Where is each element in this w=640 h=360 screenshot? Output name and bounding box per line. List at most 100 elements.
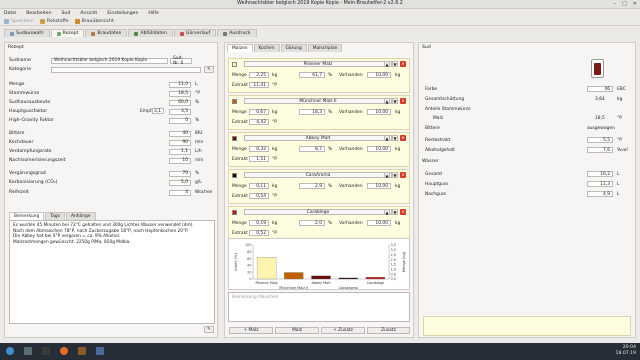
texteditor-icon[interactable] [96, 347, 104, 355]
app-menu-icon[interactable] [6, 347, 14, 355]
delete-icon[interactable]: ✕ [400, 98, 406, 104]
tab-rezept[interactable]: Rezept [50, 29, 85, 37]
malt-select[interactable]: Pilsener Malz [244, 61, 392, 67]
field-value[interactable]: 5,0 [169, 179, 191, 186]
sudname-field[interactable]: Weihnachtsbier belgisch 2019 Kopie Kopie [51, 57, 168, 64]
delete-icon[interactable]: ✕ [400, 61, 406, 67]
menu-bearbeiten[interactable]: Bearbeiten [26, 11, 51, 16]
malt-select[interactable]: CaraAroma [244, 172, 392, 178]
field-value[interactable]: 70 [169, 170, 191, 177]
brauhelfer-icon[interactable] [78, 347, 86, 355]
add-additive-button[interactable]: + Zusatz [321, 327, 365, 334]
move-down-icon[interactable]: ▼ [392, 98, 398, 104]
y2-tick-label: 2,5 [391, 253, 396, 257]
menu-ansicht[interactable]: Ansicht [80, 11, 97, 16]
tab-bemerkung[interactable]: Bemerkung [9, 212, 45, 220]
kategorie-select[interactable] [51, 66, 201, 73]
field-unit: °P [195, 91, 200, 96]
hauptguss-label: Hauptguss [425, 182, 449, 187]
field-value[interactable]: 3,5 [169, 108, 191, 115]
files-icon[interactable] [24, 347, 32, 355]
delete-icon[interactable]: ✕ [400, 209, 406, 215]
tab-gaerverlauf[interactable]: Gärverlauf [173, 29, 217, 37]
tab-malzen[interactable]: Malzen [227, 44, 253, 52]
tab-tags[interactable]: Tags [45, 212, 65, 220]
malt-amount[interactable]: 0,19 [249, 220, 269, 226]
tab-maischplan[interactable]: Maischplan [307, 44, 343, 52]
field-value[interactable]: 90 [169, 139, 191, 146]
tab-kochen[interactable]: Kochen [253, 44, 280, 52]
malt-percent[interactable]: 2,9 [299, 183, 325, 189]
move-down-icon[interactable]: ▼ [392, 209, 398, 215]
malt-amount[interactable]: 2,25 [249, 72, 269, 78]
malt-amount[interactable]: 0,67 [249, 109, 269, 115]
move-down-icon[interactable]: ▼ [392, 135, 398, 141]
tab-ausdruck[interactable]: Ausdruck [217, 29, 257, 37]
recipe-note[interactable]: Es wurden 45 Minuten bei 72°C gehalten u… [9, 220, 215, 324]
menu-sud[interactable]: Sud [62, 11, 71, 16]
move-up-icon[interactable]: ▲ [384, 135, 390, 141]
malt-amount[interactable]: 0,11 [249, 183, 269, 189]
firefox-icon[interactable] [60, 347, 68, 355]
delete-icon[interactable]: ✕ [400, 172, 406, 178]
malt-extract: 1,51 [249, 156, 269, 162]
malt-select[interactable]: Abbey Malt [244, 135, 392, 141]
move-down-icon[interactable]: ▼ [392, 172, 398, 178]
sudname-label: Sudname [9, 58, 31, 63]
malt-percent[interactable]: 18,3 [299, 109, 325, 115]
terminal-icon[interactable] [42, 347, 50, 355]
edit-note-button[interactable]: ✎ [204, 326, 214, 333]
malt-percent[interactable]: 2,0 [299, 220, 325, 226]
move-up-icon[interactable]: ▲ [384, 61, 390, 67]
field-unit: % [195, 118, 200, 123]
tab-sudauswahl[interactable]: Sudauswahl [4, 29, 50, 37]
vorhanden-label: Vorhanden [339, 184, 363, 189]
move-up-icon[interactable]: ▲ [384, 98, 390, 104]
menu-einstellungen[interactable]: Einstellungen [107, 11, 138, 16]
malt-button[interactable]: Malz [275, 327, 319, 334]
field-value[interactable]: 10 [169, 157, 191, 164]
y2-tick-label: 2,0 [391, 258, 396, 262]
additive-button[interactable]: Zusatz [367, 327, 410, 334]
malt-select[interactable]: Carablege [244, 209, 392, 215]
field-value[interactable]: 4 [169, 189, 191, 196]
malz-sw-value: 18,5 [595, 116, 605, 121]
delete-icon[interactable]: ✕ [400, 135, 406, 141]
tab-braudaten[interactable]: Braudaten [85, 29, 128, 37]
tab-gaerung[interactable]: Gärung [280, 44, 307, 52]
field-value[interactable]: 0 [169, 117, 191, 124]
save-button[interactable]: Speichern [4, 18, 34, 24]
sud-note-area[interactable] [423, 316, 631, 336]
edit-kategorie-button[interactable]: ✎ [204, 66, 214, 73]
tab-anhaenge[interactable]: Anhänge [65, 212, 96, 220]
field-label: Kochdauer [9, 140, 34, 145]
field-value[interactable]: 1,1 [169, 148, 191, 155]
malt-select[interactable]: Münchner Malz II [244, 98, 392, 104]
close-icon[interactable]: ✕ [633, 1, 637, 7]
sudnr-field[interactable]: Sud-Nr. 0 [170, 56, 192, 66]
malt-percent[interactable]: 61,7 [299, 72, 325, 78]
field-label: Nachisomerisierungszeit [9, 158, 66, 163]
brew-overview-button[interactable]: Brauübersicht [74, 18, 114, 24]
move-down-icon[interactable]: ▼ [392, 61, 398, 67]
move-up-icon[interactable]: ▲ [384, 172, 390, 178]
clock[interactable]: 20:04 18.07.19 [616, 345, 636, 357]
field-value[interactable]: 60,0 [169, 99, 191, 106]
minimize-icon[interactable]: – [614, 1, 617, 7]
malt-color-swatch [232, 136, 237, 141]
add-malt-button[interactable]: + Malz [229, 327, 273, 334]
malt-color-swatch [232, 173, 237, 178]
menu-datei[interactable]: Datei [4, 11, 16, 16]
malt-row: CaraAroma ▲ ▼ ✕ Menge 0,11 kg 2,9% Vorhanden 10,0… [228, 169, 410, 204]
menu-hilfe[interactable]: Hilfe [148, 11, 158, 16]
raw-materials-button[interactable]: Rohstoffe [39, 18, 69, 24]
tab-abfuelldaten[interactable]: Abfülldaten [128, 29, 173, 37]
mash-comment[interactable]: Bemerkung Maischen [228, 292, 410, 322]
maximize-icon[interactable]: □ [622, 1, 627, 7]
malt-percent[interactable]: 8,7 [299, 146, 325, 152]
field-value[interactable]: 40 [169, 130, 191, 137]
field-value[interactable]: 18,5 [169, 90, 191, 97]
malt-amount[interactable]: 0,32 [249, 146, 269, 152]
field-value[interactable]: 11,0 [169, 81, 191, 88]
move-up-icon[interactable]: ▲ [384, 209, 390, 215]
